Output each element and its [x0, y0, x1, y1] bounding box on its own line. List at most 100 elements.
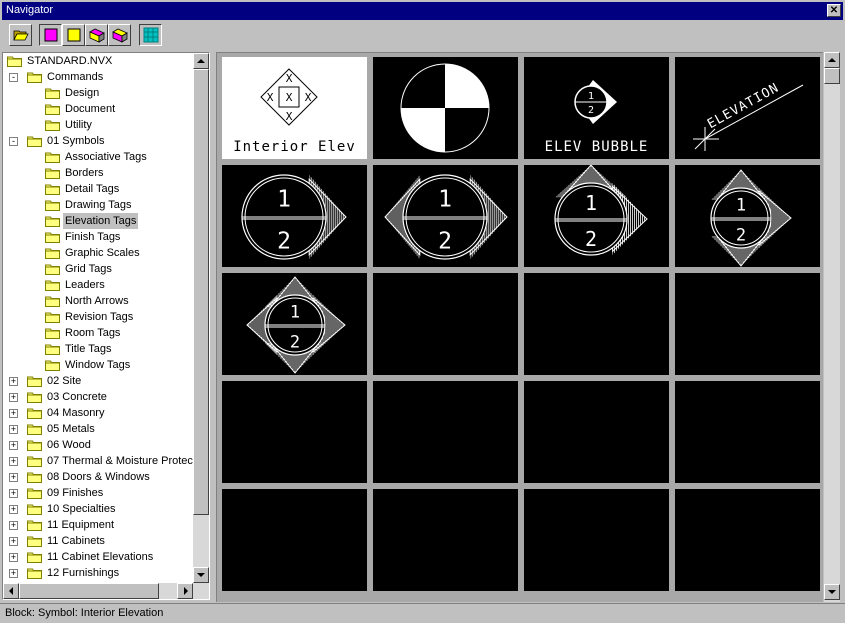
tree-item[interactable]: Grid Tags [3, 261, 195, 277]
tree-item[interactable]: Finish Tags [3, 229, 195, 245]
tree-group[interactable]: +02 Site [3, 373, 195, 389]
tree-item[interactable]: Graphic Scales [3, 245, 195, 261]
folder-tree[interactable]: STANDARD.NVX - Commands Design Document Utili… [2, 52, 210, 600]
tree-item[interactable]: Room Tags [3, 325, 195, 341]
tree-group[interactable]: +08 Doors & Windows [3, 469, 195, 485]
symbol-cell-bubble-right[interactable]: 12 [222, 165, 367, 267]
expand-icon[interactable]: + [9, 377, 18, 386]
tag-magenta-button[interactable] [85, 24, 108, 46]
symbol-caption: Interior Elev [233, 139, 356, 155]
tag-yellow-button[interactable] [108, 24, 131, 46]
tree-group[interactable]: +04 Masonry [3, 405, 195, 421]
tree-group[interactable]: +12 Furnishings [3, 565, 195, 581]
folder-icon [45, 295, 61, 307]
tree-scroll-right-button[interactable] [177, 583, 193, 599]
tree-item[interactable]: Utility [3, 117, 195, 133]
grid-view-button[interactable] [139, 24, 162, 46]
tree-group[interactable]: +06 Wood [3, 437, 195, 453]
symbol-cell-empty[interactable] [373, 273, 518, 375]
symbol-cell-bubble-top-right[interactable]: 12 [524, 165, 669, 267]
tree-group[interactable]: +07 Thermal & Moisture Protection [3, 453, 195, 469]
tree-group[interactable]: - 01 Symbols [3, 133, 195, 149]
tree-item[interactable]: Associative Tags [3, 149, 195, 165]
tree-item[interactable]: Title Tags [3, 341, 195, 357]
expand-icon[interactable]: + [9, 553, 18, 562]
symbol-cell-empty[interactable] [675, 489, 820, 591]
tree-scroll-up-button[interactable] [193, 53, 209, 69]
symbol-cell-empty[interactable] [524, 381, 669, 483]
folder-icon [27, 551, 43, 563]
symbol-cell-bubble-diamond-3[interactable]: 12 [675, 165, 820, 267]
folder-icon [45, 103, 61, 115]
grid-scroll-down-button[interactable] [824, 584, 840, 600]
tree-group[interactable]: +09 Finishes [3, 485, 195, 501]
tree-item[interactable]: Design [3, 85, 195, 101]
magenta-layer-button[interactable] [39, 24, 62, 46]
pane-splitter[interactable] [211, 52, 215, 602]
symbol-cell-interior-elev[interactable]: X X X X X Interior Elev [222, 57, 367, 159]
folder-icon [27, 567, 43, 579]
yellow-layer-button[interactable] [62, 24, 85, 46]
tree-group[interactable]: +10 Specialties [3, 501, 195, 517]
open-folder-button[interactable] [9, 24, 32, 46]
symbol-cell-empty[interactable] [373, 381, 518, 483]
tree-scroll-left-button[interactable] [3, 583, 19, 599]
tree-item[interactable]: Window Tags [3, 357, 195, 373]
tag-yellow-icon [112, 28, 128, 43]
expand-icon[interactable]: + [9, 473, 18, 482]
tree-group[interactable]: - Commands [3, 69, 195, 85]
folder-icon [27, 535, 43, 547]
grid-vertical-scrollbar[interactable] [824, 52, 840, 602]
collapse-icon[interactable]: - [9, 73, 18, 82]
tree-item[interactable]: Detail Tags [3, 181, 195, 197]
tree-item[interactable]: Document [3, 101, 195, 117]
tree-item[interactable]: Leaders [3, 277, 195, 293]
folder-icon [27, 423, 43, 435]
close-button[interactable]: ✕ [827, 4, 841, 17]
expand-icon[interactable]: + [9, 425, 18, 434]
magenta-square-icon [44, 28, 58, 42]
tree-root[interactable]: STANDARD.NVX [3, 53, 195, 69]
tree-item[interactable]: North Arrows [3, 293, 195, 309]
tree-scroll-down-button[interactable] [193, 567, 209, 583]
tree-label: 04 Masonry [47, 407, 105, 419]
expand-icon[interactable]: + [9, 457, 18, 466]
tree-group[interactable]: +03 Concrete [3, 389, 195, 405]
expand-icon[interactable]: + [9, 393, 18, 402]
tree-hscroll-thumb[interactable] [19, 583, 159, 599]
tree-group[interactable]: +11 Cabinets [3, 533, 195, 549]
tree-item[interactable]: Elevation Tags [3, 213, 195, 229]
expand-icon[interactable]: + [9, 409, 18, 418]
grid-scroll-thumb[interactable] [824, 68, 840, 84]
tree-group[interactable]: +11 Cabinet Elevations [3, 549, 195, 565]
expand-icon[interactable]: + [9, 569, 18, 578]
collapse-icon[interactable]: - [9, 137, 18, 146]
tree-item[interactable]: Revision Tags [3, 309, 195, 325]
grid-scroll-up-button[interactable] [824, 52, 840, 68]
symbol-cell-empty[interactable] [675, 273, 820, 375]
tree-item[interactable]: Borders [3, 165, 195, 181]
symbol-cell-elevation-leader[interactable]: ELEVATION [675, 57, 820, 159]
expand-icon[interactable]: + [9, 505, 18, 514]
expand-icon[interactable]: + [9, 489, 18, 498]
symbol-cell-empty[interactable] [222, 381, 367, 483]
expand-icon[interactable]: + [9, 537, 18, 546]
symbol-cell-empty[interactable] [675, 381, 820, 483]
symbol-cell-quadrant-circle[interactable] [373, 57, 518, 159]
symbol-cell-empty[interactable] [373, 489, 518, 591]
symbol-cell-empty[interactable] [222, 489, 367, 591]
tree-scroll-thumb[interactable] [193, 69, 209, 515]
tree-group[interactable]: +11 Equipment [3, 517, 195, 533]
symbol-cell-bubble-diamond-4[interactable]: 12 [222, 273, 367, 375]
symbol-cell-empty[interactable] [524, 273, 669, 375]
symbol-cell-bubble-both[interactable]: 12 [373, 165, 518, 267]
tree-horizontal-scrollbar[interactable] [3, 583, 209, 599]
symbol-cell-elev-bubble[interactable]: 1 2 ELEV BUBBLE [524, 57, 669, 159]
tree-vertical-scrollbar[interactable] [193, 53, 209, 583]
expand-icon[interactable]: + [9, 521, 18, 530]
symbol-cell-empty[interactable] [524, 489, 669, 591]
tree-group[interactable]: +05 Metals [3, 421, 195, 437]
window-title: Navigator [6, 4, 54, 16]
tree-item[interactable]: Drawing Tags [3, 197, 195, 213]
expand-icon[interactable]: + [9, 441, 18, 450]
